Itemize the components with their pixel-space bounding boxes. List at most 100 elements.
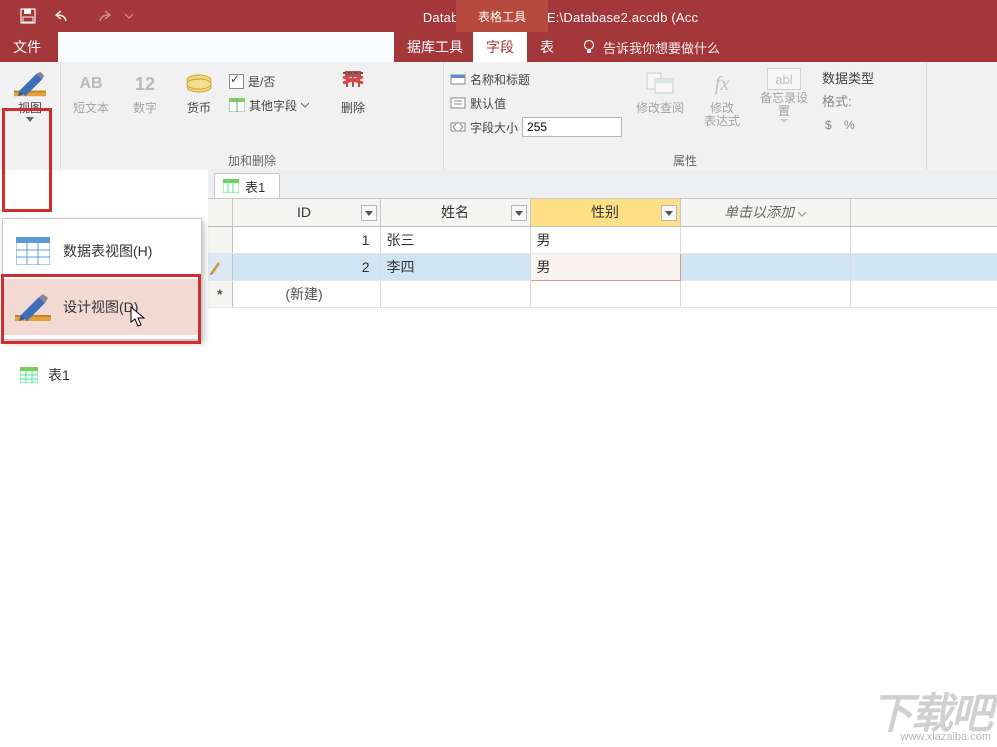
cell-new[interactable]: (新建) [232,280,380,307]
currency-icon [183,68,215,100]
number-button: 12 数字 [121,66,169,115]
row-selector-editing[interactable] [208,253,232,280]
group-label-properties: 属性 [450,152,920,168]
data-type-label: 数据类型 [822,68,874,87]
datasheet-view-icon [15,234,51,268]
tell-me[interactable]: 告诉我你想要做什么 [567,32,720,62]
default-icon [450,96,466,110]
design-view-icon [15,290,51,324]
table-icon [20,367,38,383]
nav-item-label: 表1 [48,365,70,385]
default-value-button[interactable]: 默认值 [450,92,622,114]
group-add-delete: AB 短文本 12 数字 货币 是/否 其他字段 [61,62,444,170]
short-text-icon: AB [75,68,107,100]
name-title-button[interactable]: 名称和标题 [450,68,622,90]
tab-file[interactable]: 文件 [0,32,54,62]
chevron-down-icon [798,211,806,217]
cell-name[interactable]: 李四 [380,253,530,280]
chevron-down-icon [780,119,788,124]
qat-dropdown-icon[interactable] [124,11,134,21]
column-header-gender[interactable]: 性别 [530,199,680,226]
view-label: 视图 [18,102,42,115]
datasheet[interactable]: ID 姓名 性别 单击以添加 1 张三 男 2 李四 男 [208,198,997,747]
tag-icon [450,72,466,86]
short-text-button: AB 短文本 [67,66,115,115]
column-header-name[interactable]: 姓名 [380,199,530,226]
tab-dbtools[interactable]: 据库工具 [394,32,473,62]
column-spacer [850,199,997,226]
cell-gender-editing[interactable]: 男 [530,253,680,280]
column-header-id[interactable]: ID [232,199,380,226]
undo-icon[interactable] [54,9,74,23]
contextual-tab-label: 表格工具 [456,0,548,32]
modify-lookup-button: 修改查阅 [636,66,684,115]
view-button[interactable]: 视图 [6,66,54,123]
cell-name[interactable]: 张三 [380,226,530,253]
abl-icon: abl [767,68,801,90]
currency-small-icon[interactable]: $ [822,118,838,132]
table-row[interactable]: 2 李四 男 [208,253,997,280]
chevron-down-icon[interactable] [661,205,677,221]
percent-button[interactable]: % [844,118,855,132]
tab-fields[interactable]: 字段 [473,32,527,62]
column-header-add[interactable]: 单击以添加 [680,199,850,226]
group-label-add-delete: 加和删除 [67,152,437,168]
cell-empty[interactable] [680,253,850,280]
design-view-icon [14,68,46,100]
view-item-datasheet[interactable]: 数据表视图(H) [3,223,201,279]
fx-icon: fx [706,68,738,100]
document-area: 表1 ID 姓名 性别 单击以添加 1 张三 男 [208,170,997,747]
column-header-row: ID 姓名 性别 单击以添加 [208,199,997,226]
document-tab-table1[interactable]: 表1 [214,173,280,198]
save-icon[interactable] [20,8,36,24]
format-label: 格式: [822,91,874,110]
yes-no-button[interactable]: 是/否 [229,70,309,92]
group-views: 视图 [0,62,61,170]
other-fields-button[interactable]: 其他字段 [229,94,309,116]
select-all-cell[interactable] [208,199,232,226]
view-item-design[interactable]: 设计视图(D) [3,279,201,335]
delete-icon [337,68,369,100]
field-size-row: 字段大小 [450,116,622,138]
group-properties: 名称和标题 默认值 字段大小 修改查阅 fx [444,62,927,170]
cell-id[interactable]: 2 [232,253,380,280]
ribbon-tabs: 文件 据库工具 字段 表 告诉我你想要做什么 [0,32,997,62]
delete-button[interactable]: 删除 [329,66,377,115]
quick-access-toolbar [0,8,134,24]
cell-empty[interactable] [680,226,850,253]
pencil-icon [208,259,222,275]
lightbulb-icon [581,39,597,55]
field-size-input[interactable] [522,117,622,137]
nav-item-table1[interactable]: 表1 [0,362,208,388]
view-item-label: 设计视图(D) [63,297,138,317]
chevron-down-icon [301,102,309,108]
ribbon: 视图 AB 短文本 12 数字 货币 是 [0,62,997,171]
cell-id[interactable]: 1 [232,226,380,253]
memo-settings-button: abl 备忘录设置 [760,66,808,124]
table-icon [223,179,239,193]
chevron-down-icon[interactable] [361,205,377,221]
redo-icon [92,9,112,23]
window-title: Database2 : 数据库- E:\Database2.accdb (Acc [134,7,997,26]
number-icon: 12 [129,68,161,100]
svg-text:$: $ [825,118,832,132]
chevron-down-icon[interactable] [511,205,527,221]
table-row[interactable]: 1 张三 男 [208,226,997,253]
view-dropdown-menu: 数据表视图(H) 设计视图(D) [2,218,202,340]
view-item-label: 数据表视图(H) [63,241,152,261]
cursor-icon [130,306,148,328]
row-selector-new[interactable]: * [208,280,232,307]
document-tab-label: 表1 [245,177,265,196]
modify-expression-button: fx 修改表达式 [698,66,746,127]
document-tabs: 表1 [208,170,997,198]
cell-gender[interactable]: 男 [530,226,680,253]
table-row-new[interactable]: * (新建) [208,280,997,307]
checkbox-icon [229,74,244,89]
tab-table[interactable]: 表 [527,32,567,62]
chevron-down-icon [26,117,34,123]
lookup-icon [644,68,676,100]
row-selector[interactable] [208,226,232,253]
currency-button[interactable]: 货币 [175,66,223,115]
tab-blank-region [58,32,394,62]
tell-me-label: 告诉我你想要做什么 [603,38,720,57]
